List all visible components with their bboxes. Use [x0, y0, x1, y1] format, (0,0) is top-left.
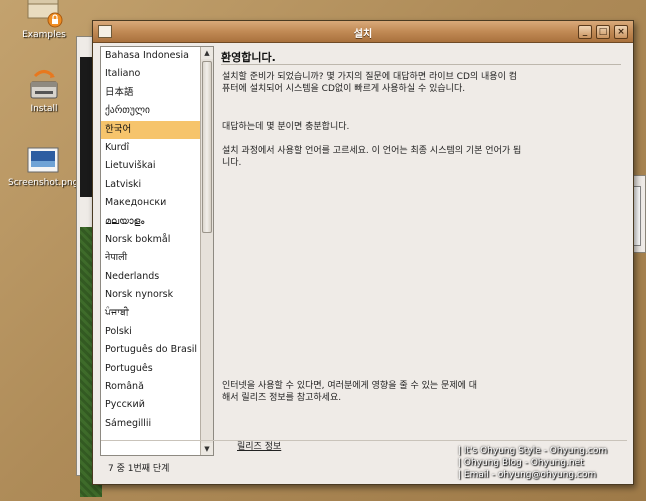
language-list-scrollbar[interactable]: ▲ ▼ — [200, 47, 213, 455]
language-list-panel: Bahasa Indonesia Italiano 日本語 ქართული 한국어 Kur… — [100, 46, 214, 456]
language-option[interactable]: Sámegillii — [101, 415, 200, 433]
language-option[interactable]: Latviski — [101, 176, 200, 194]
language-option[interactable]: ქართული — [101, 102, 200, 120]
close-icon: × — [617, 27, 625, 37]
language-option[interactable]: Polski — [101, 323, 200, 341]
language-option[interactable]: Русский — [101, 396, 200, 414]
desktop-icon-label: Install — [30, 104, 58, 114]
watermark: | It's Ohyung Style - Ohyung.com | Ohyun… — [458, 445, 642, 481]
installer-dialog: 설치 _ □ × Bahasa Indonesia Italiano 日本語 ქართ… — [92, 20, 634, 485]
minimize-button[interactable]: _ — [578, 25, 592, 39]
duration-paragraph: 대답하는데 몇 분이면 충분합니다. — [222, 122, 350, 132]
folder-lock-icon — [24, 0, 64, 28]
maximize-button[interactable]: □ — [596, 25, 610, 39]
internet-note: 인터넷을 사용할 수 있다면, 여러분에게 영향을 줄 수 있는 문제에 대해서… — [222, 381, 478, 403]
language-option[interactable]: 日本語 — [101, 84, 200, 102]
step-indicator: 7 중 1번째 단계 — [108, 464, 170, 474]
intro-paragraph: 설치할 준비가 되었습니까? 몇 가지의 질문에 대답하면 라이브 CD의 내용… — [222, 72, 518, 94]
window-title: 설치 — [353, 29, 373, 40]
minimize-icon: _ — [582, 27, 588, 37]
desktop-icon-examples[interactable]: Examples — [9, 0, 79, 40]
watermark-line: | Email - ohyung@ohyung.com — [458, 470, 597, 480]
desktop-icon-screenshot[interactable]: Screenshot.png — [8, 146, 78, 188]
desktop-icon-label: Examples — [22, 30, 66, 40]
desktop-icon-label: Screenshot.png — [8, 178, 79, 188]
language-option[interactable]: Português — [101, 360, 200, 378]
scroll-down-arrow-icon[interactable]: ▼ — [201, 443, 213, 455]
language-option[interactable]: Português do Brasil — [101, 341, 200, 359]
language-list[interactable]: Bahasa Indonesia Italiano 日本語 ქართული 한국어 Kur… — [101, 47, 200, 455]
installer-icon — [27, 68, 61, 102]
language-option[interactable]: Italiano — [101, 65, 200, 83]
page-title: 환영합니다. — [221, 51, 276, 64]
window-titlebar[interactable]: 설치 _ □ × — [93, 21, 633, 43]
scroll-up-arrow-icon[interactable]: ▲ — [201, 47, 213, 59]
language-option[interactable]: Bahasa Indonesia — [101, 47, 200, 65]
language-option[interactable]: Norsk bokmål — [101, 231, 200, 249]
language-option[interactable]: Română — [101, 378, 200, 396]
close-button[interactable]: × — [614, 25, 628, 39]
language-option[interactable]: മലയാളം — [101, 213, 200, 231]
language-option[interactable]: नेपाली — [101, 249, 200, 267]
desktop-icon-install[interactable]: Install — [9, 68, 79, 114]
language-option[interactable]: Nederlands — [101, 268, 200, 286]
maximize-icon: □ — [598, 27, 608, 37]
language-option[interactable]: Македонски — [101, 194, 200, 212]
watermark-line: | It's Ohyung Style - Ohyung.com — [458, 446, 608, 456]
watermark-line: | Ohyung Blog - Ohyung.net — [458, 458, 584, 468]
language-option[interactable]: Kurdî — [101, 139, 200, 157]
language-paragraph: 설치 과정에서 사용할 언어를 고르세요. 이 언어는 최종 시스템의 기본 언… — [222, 146, 522, 168]
image-file-icon — [26, 146, 60, 176]
heading-divider — [221, 64, 621, 65]
footer-divider — [101, 440, 627, 441]
welcome-content: 환영합니다. 설치할 준비가 되었습니까? 몇 가지의 질문에 대답하면 라이브… — [218, 46, 626, 456]
scrollbar-thumb[interactable] — [202, 61, 212, 233]
language-option[interactable]: 한국어 — [101, 120, 200, 139]
language-option[interactable]: Norsk nynorsk — [101, 286, 200, 304]
language-option[interactable]: ਪੰਜਾਬੀ — [101, 304, 200, 322]
language-option[interactable]: Lietuviškai — [101, 157, 200, 175]
